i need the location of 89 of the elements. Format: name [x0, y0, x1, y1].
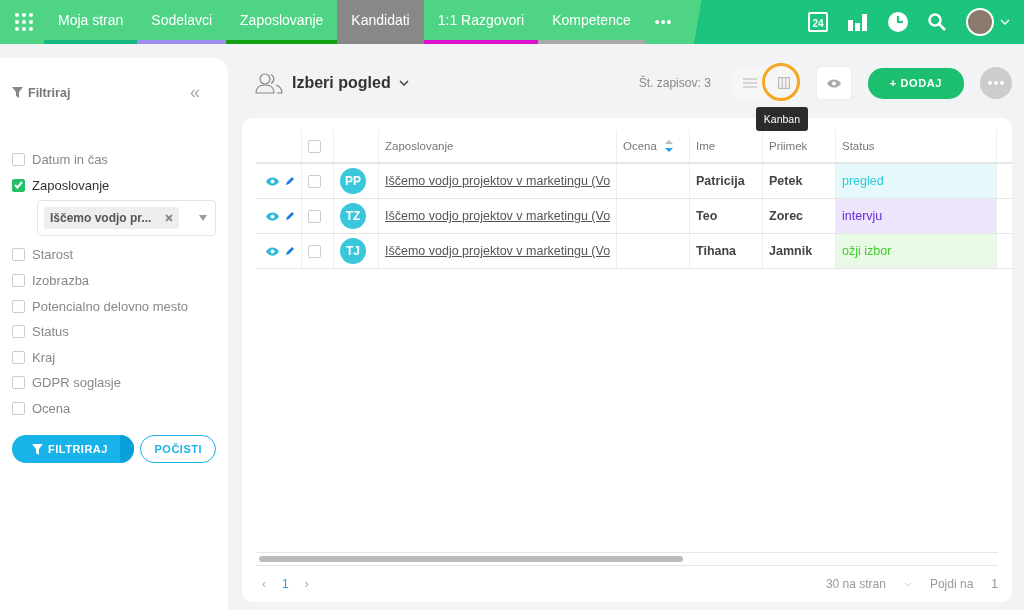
- nav-tab[interactable]: Kandidati: [337, 0, 424, 44]
- page-size-select[interactable]: 30 na stran: [825, 577, 886, 591]
- filter-label: Status: [32, 324, 69, 340]
- nav-tab[interactable]: 1:1 Razgovori: [423, 0, 539, 44]
- more-button[interactable]: •••: [644, 0, 683, 44]
- checkbox[interactable]: [12, 325, 25, 339]
- goto-field[interactable]: 1: [991, 577, 998, 591]
- checkbox[interactable]: [12, 153, 25, 167]
- job-link[interactable]: Iščemo vodjo projektov v marketingu (Vo: [385, 174, 611, 188]
- checkbox[interactable]: [12, 299, 25, 313]
- highlight-ring: [761, 63, 800, 101]
- avatar-icon[interactable]: [966, 8, 994, 36]
- row-checkbox[interactable]: [308, 174, 321, 188]
- filter-button[interactable]: FILTRIRAJ: [12, 435, 135, 464]
- checkbox[interactable]: [12, 350, 25, 364]
- status-label: intervju: [842, 209, 883, 223]
- table-cell: Patricija: [696, 174, 745, 188]
- filter-label: Ocena: [32, 401, 71, 417]
- add-button[interactable]: + DODAJ: [867, 67, 964, 99]
- filter-label: Starost: [32, 247, 74, 263]
- bar-chart-icon[interactable]: [848, 13, 868, 31]
- chip-label: Iščemo vodjo pr...: [50, 211, 152, 226]
- checkbox[interactable]: [12, 376, 25, 390]
- clock-icon[interactable]: [888, 12, 908, 32]
- chevron-down-icon[interactable]: [398, 80, 409, 86]
- more-button[interactable]: [980, 67, 1012, 99]
- nav-tab[interactable]: Kompetence: [538, 0, 645, 44]
- tooltip: Kanban: [755, 107, 808, 131]
- status-label: pregled: [842, 174, 884, 188]
- goto-label: Pojdi na: [929, 577, 974, 591]
- nav-tab[interactable]: Moja stran: [44, 0, 138, 44]
- column-header[interactable]: Priimek: [769, 140, 808, 152]
- clear-button[interactable]: POČISTI: [140, 435, 216, 464]
- select-all-checkbox[interactable]: [308, 139, 321, 153]
- page-number[interactable]: 1: [282, 577, 289, 591]
- pencil-icon[interactable]: [285, 211, 295, 221]
- list-icon: [742, 78, 757, 88]
- column-header[interactable]: Status: [842, 140, 875, 152]
- table-cell: Petek: [769, 174, 803, 188]
- eye-icon: [826, 78, 841, 88]
- avatar: TJ: [340, 238, 366, 264]
- filter-label: Datum in čas: [32, 152, 108, 168]
- checkbox[interactable]: [12, 178, 25, 192]
- status-label: ožji izbor: [842, 244, 892, 258]
- column-header[interactable]: Ocena: [623, 140, 657, 152]
- column-header[interactable]: Ime: [696, 140, 716, 152]
- collapse-button[interactable]: «: [190, 82, 200, 103]
- app-grid-icon[interactable]: [15, 13, 33, 31]
- sort-icon[interactable]: [664, 140, 673, 152]
- row-checkbox[interactable]: [308, 244, 321, 258]
- eye-icon[interactable]: [266, 211, 279, 221]
- funnel-icon: [12, 87, 23, 98]
- eye-icon[interactable]: [266, 176, 279, 186]
- job-link[interactable]: Iščemo vodjo projektov v marketingu (Vo: [385, 244, 611, 258]
- filter-label: Izobrazba: [32, 273, 90, 289]
- filter-label: GDPR soglasje: [32, 375, 121, 391]
- job-link[interactable]: Iščemo vodjo projektov v marketingu (Vo: [385, 209, 611, 223]
- filter-label: Zaposlovanje: [32, 177, 110, 193]
- more-icon: [988, 81, 1004, 85]
- table-cell: Tihana: [696, 244, 737, 258]
- nav-tab[interactable]: Sodelavci: [137, 0, 227, 44]
- record-count: Št. zapisov: 3: [638, 76, 711, 90]
- row-checkbox[interactable]: [308, 209, 321, 223]
- select-field[interactable]: Iščemo vodjo pr...: [37, 200, 216, 237]
- checkbox[interactable]: [12, 248, 25, 262]
- avatar: TZ: [340, 203, 366, 229]
- remove-icon[interactable]: [165, 214, 174, 223]
- table-cell: Jamnik: [769, 244, 813, 258]
- view-title[interactable]: Izberi pogled: [292, 74, 391, 92]
- funnel-icon: [32, 443, 43, 455]
- calendar-icon[interactable]: 24: [808, 12, 828, 32]
- next-page-button[interactable]: ›: [304, 577, 309, 591]
- table-cell: Teo: [696, 209, 718, 223]
- column-header[interactable]: Zaposlovanje: [385, 140, 454, 152]
- table-cell: Zorec: [769, 209, 804, 223]
- eye-icon[interactable]: [266, 246, 279, 256]
- dropdown-icon[interactable]: [199, 215, 207, 222]
- filter-label: Potencialno delovno mesto: [32, 298, 189, 314]
- filter-title-text: Filtriraj: [28, 85, 71, 100]
- checkbox[interactable]: [12, 402, 25, 416]
- pencil-icon[interactable]: [285, 246, 295, 256]
- filter-label: Kraj: [32, 349, 56, 365]
- checkbox[interactable]: [12, 274, 25, 288]
- people-icon: [254, 72, 284, 94]
- avatar: PP: [340, 168, 366, 194]
- prev-page-button[interactable]: ‹: [262, 577, 266, 591]
- pencil-icon[interactable]: [285, 176, 295, 186]
- eye-button[interactable]: [816, 67, 851, 99]
- search-icon[interactable]: [928, 13, 946, 31]
